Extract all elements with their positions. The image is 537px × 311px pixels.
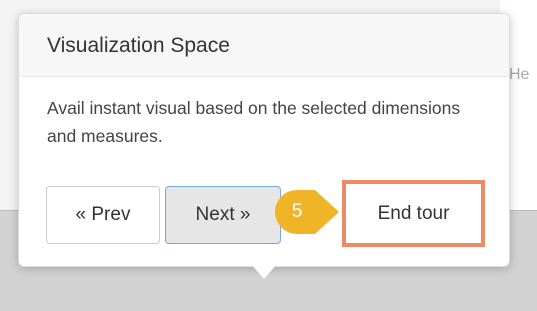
popover-arrow xyxy=(251,264,277,279)
step-number-badge: 5 xyxy=(291,201,303,222)
background-partial-text: He xyxy=(509,66,530,83)
end-tour-button[interactable]: End tour xyxy=(342,180,485,247)
next-button[interactable]: Next » xyxy=(165,186,281,244)
prev-button[interactable]: « Prev xyxy=(46,186,160,244)
popover-title-bar: Visualization Space xyxy=(19,14,509,77)
popover-content: Avail instant visual based on the select… xyxy=(47,98,461,146)
popover-title: Visualization Space xyxy=(47,34,230,57)
